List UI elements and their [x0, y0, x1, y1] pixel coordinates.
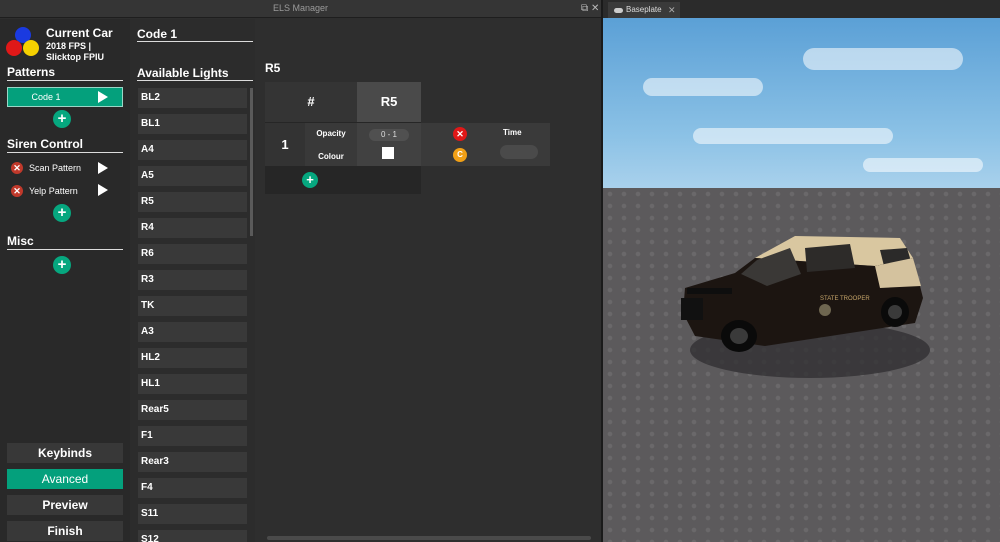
misc-heading: Misc: [7, 234, 34, 248]
pattern-label: Code 1: [31, 92, 61, 102]
patterns-heading: Patterns: [7, 65, 56, 79]
opacity-label: Opacity: [316, 129, 346, 138]
play-icon[interactable]: [98, 91, 108, 103]
light-item[interactable]: S12: [138, 530, 247, 542]
add-pattern-button[interactable]: +: [53, 110, 71, 128]
close-tab-icon[interactable]: ✕: [668, 2, 676, 18]
light-item[interactable]: F1: [138, 426, 247, 446]
light-item[interactable]: HL1: [138, 374, 247, 394]
row-values: 0 - 1: [357, 123, 421, 166]
viewport-tabbar: Baseplate ✕: [603, 0, 1000, 18]
light-item[interactable]: R4: [138, 218, 247, 238]
divider: [137, 41, 253, 42]
divider: [7, 249, 123, 250]
play-yelp-icon[interactable]: [98, 184, 108, 196]
play-scan-icon[interactable]: [98, 162, 108, 174]
row-actions: ✕ C Time: [421, 123, 550, 166]
cloud-icon: [614, 8, 623, 13]
light-item[interactable]: A4: [138, 140, 247, 160]
light-item[interactable]: HL2: [138, 348, 247, 368]
time-label: Time: [503, 128, 522, 137]
lights-scrollbar[interactable]: [250, 88, 253, 236]
colour-swatch[interactable]: [382, 147, 394, 159]
els-manager-window: ELS Manager ⧉ ✕ Current Car 2018 FPS | S…: [0, 0, 601, 542]
police-suv-model[interactable]: STATE TROOPER: [675, 228, 935, 388]
column-light-header: R5: [357, 82, 421, 122]
tab-baseplate[interactable]: Baseplate ✕: [608, 2, 680, 18]
divider: [137, 80, 253, 81]
car-door-text: STATE TROOPER: [820, 296, 870, 302]
preview-button[interactable]: Preview: [7, 495, 123, 515]
siren-item-yelp[interactable]: Yelp Pattern: [29, 186, 78, 196]
copy-step-icon[interactable]: C: [453, 148, 467, 162]
siren-item-scan[interactable]: Scan Pattern: [29, 163, 81, 173]
light-item[interactable]: TK: [138, 296, 247, 316]
tab-label: Baseplate: [626, 5, 662, 14]
light-item[interactable]: F4: [138, 478, 247, 498]
light-item[interactable]: R3: [138, 270, 247, 290]
add-misc-button[interactable]: +: [53, 256, 71, 274]
remove-scan-pattern-icon[interactable]: ✕: [11, 162, 23, 174]
light-item[interactable]: BL2: [138, 88, 247, 108]
light-item[interactable]: Rear3: [138, 452, 247, 472]
light-item[interactable]: BL1: [138, 114, 247, 134]
light-item[interactable]: S11: [138, 504, 247, 524]
3d-viewport[interactable]: Baseplate ✕ STATE TROOPER: [601, 0, 1000, 542]
els-logo-icon: [6, 27, 40, 61]
row-properties: Opacity Colour: [305, 123, 357, 166]
remove-yelp-pattern-icon[interactable]: ✕: [11, 185, 23, 197]
left-panel: Current Car 2018 FPS | Slicktop FPIU Pat…: [0, 19, 130, 542]
pattern-title: Code 1: [137, 27, 178, 41]
delete-step-icon[interactable]: ✕: [453, 127, 467, 141]
restore-icon[interactable]: ⧉: [581, 3, 588, 15]
current-car-subtitle: 2018 FPS | Slicktop FPIU: [46, 41, 105, 62]
selected-light-title: R5: [265, 61, 281, 75]
lights-panel: Code 1 Available Lights BL2 BL1 A4 A5 R5 R4 R6…: [130, 19, 255, 542]
sequence-row: 1 Opacity Colour 0 - 1 ✕ C Time: [265, 123, 550, 166]
siren-control-heading: Siren Control: [7, 137, 84, 151]
colour-label: Colour: [318, 152, 344, 161]
opacity-input[interactable]: 0 - 1: [369, 129, 409, 141]
available-lights-heading: Available Lights: [137, 66, 229, 80]
light-item[interactable]: R5: [138, 192, 247, 212]
add-siren-button[interactable]: +: [53, 204, 71, 222]
keybinds-button[interactable]: Keybinds: [7, 443, 123, 463]
finish-button[interactable]: Finish: [7, 521, 123, 541]
light-item[interactable]: A5: [138, 166, 247, 186]
advanced-button[interactable]: Avanced: [7, 469, 123, 489]
close-icon[interactable]: ✕: [591, 3, 599, 15]
window-title: ELS Manager: [272, 3, 329, 13]
sky: [603, 18, 1000, 188]
divider: [7, 152, 123, 153]
light-item[interactable]: Rear5: [138, 400, 247, 420]
divider: [7, 80, 123, 81]
pattern-code-1-button[interactable]: Code 1: [7, 87, 123, 107]
row-number: 1: [265, 123, 305, 166]
light-item[interactable]: R6: [138, 244, 247, 264]
current-car-title: Current Car: [46, 26, 113, 40]
light-item[interactable]: A3: [138, 322, 247, 342]
time-input[interactable]: [500, 145, 538, 159]
light-editor: R5 # R5 + 1 Opacity Colour 0 - 1 ✕ C Tim…: [255, 19, 601, 542]
add-step-button[interactable]: +: [302, 172, 318, 188]
editor-horizontal-scrollbar[interactable]: [267, 536, 591, 540]
column-hash-header: #: [265, 82, 357, 122]
plugin-titlebar: ELS Manager ⧉ ✕: [0, 0, 601, 18]
